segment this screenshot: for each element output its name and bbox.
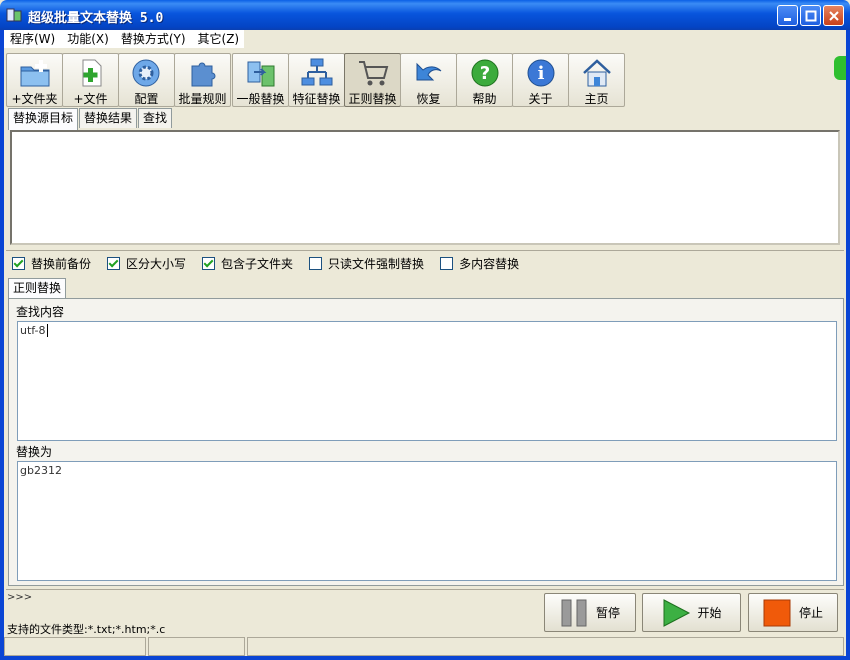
minimize-icon (783, 17, 791, 21)
force-readonly-checkbox[interactable]: 只读文件强制替换 (309, 255, 424, 272)
info-icon: i (525, 58, 557, 88)
tab-replace-result[interactable]: 替换结果 (79, 108, 138, 128)
status-pane-3 (247, 637, 844, 656)
help-icon: ? (469, 58, 501, 88)
play-icon (663, 598, 691, 627)
batch-rules-button[interactable]: 批量规则 (174, 53, 231, 107)
find-label: 查找内容 (16, 305, 65, 319)
add-file-button[interactable]: +文件 (62, 53, 119, 107)
app-icon (6, 7, 22, 23)
regex-tabbar: 正则替换 (8, 278, 67, 300)
menu-function[interactable]: 功能(X) (61, 30, 115, 48)
find-value: utf-8 (20, 324, 46, 337)
config-button[interactable]: 配置 (118, 53, 175, 107)
close-icon (828, 10, 839, 21)
maximize-icon (805, 10, 816, 21)
replace-value: gb2312 (20, 464, 62, 477)
close-button[interactable] (823, 5, 844, 26)
feature-replace-button[interactable]: 特征替换 (288, 53, 345, 107)
source-tabbar: 替换源目标 替换结果 查找 (8, 108, 173, 130)
svg-text:i: i (537, 63, 544, 84)
window-title: 超级批量文本替换 5.0 (28, 11, 164, 26)
help-button[interactable]: ? 帮助 (456, 53, 513, 107)
tab-find[interactable]: 查找 (138, 108, 173, 128)
add-folder-button[interactable]: +文件夹 (6, 53, 63, 107)
menu-bar: 程序(W) 功能(X) 替换方式(Y) 其它(Z) (4, 30, 244, 48)
normal-replace-button[interactable]: 一般替换 (232, 53, 289, 107)
supported-types-text: 支持的文件类型:*.txt;*.htm;*.c (7, 623, 166, 636)
checkbox-box (107, 257, 121, 270)
network-icon (301, 58, 333, 88)
side-badge-icon (834, 56, 846, 80)
source-file-list[interactable] (10, 130, 840, 245)
text-caret (46, 324, 48, 337)
minimize-button[interactable] (777, 5, 798, 26)
include-subfolders-checkbox[interactable]: 包含子文件夹 (202, 255, 293, 272)
home-icon (581, 58, 613, 88)
checkbox-box (309, 257, 323, 270)
find-textarea[interactable]: utf-8 (17, 321, 837, 441)
about-button[interactable]: i 关于 (512, 53, 569, 107)
status-pane-2 (147, 637, 246, 656)
undo-arrow-icon (413, 58, 445, 88)
puzzle-icon (187, 58, 219, 88)
menu-replace-mode[interactable]: 替换方式(Y) (115, 30, 192, 48)
pause-icon (561, 599, 587, 626)
gear-icon (131, 58, 163, 88)
tab-regex-replace[interactable]: 正则替换 (8, 278, 67, 300)
status-pane-1 (4, 637, 146, 656)
file-add-icon (75, 58, 107, 88)
window-frame-right (846, 30, 850, 660)
pause-button[interactable]: 暂停 (544, 593, 636, 632)
toolbar: +文件夹 +文件 配置 批量规则 一般替换 特征替换 正则替换 恢复 ? 帮助 … (4, 50, 846, 107)
home-button[interactable]: 主页 (568, 53, 625, 107)
tab-source-target[interactable]: 替换源目标 (8, 108, 79, 130)
menu-other[interactable]: 其它(Z) (192, 30, 246, 48)
window-frame-left (0, 30, 4, 660)
replace-label: 替换为 (16, 445, 53, 459)
case-sensitive-checkbox[interactable]: 区分大小写 (107, 255, 186, 272)
svg-text:?: ? (479, 63, 489, 84)
folder-add-icon (19, 58, 51, 88)
stop-icon (763, 599, 791, 626)
checkbox-box (440, 257, 454, 270)
window-frame-bottom (0, 656, 850, 660)
multi-content-checkbox[interactable]: 多内容替换 (440, 255, 519, 272)
stop-button[interactable]: 停止 (748, 593, 838, 632)
status-bar (4, 637, 846, 656)
replace-textarea[interactable]: gb2312 (17, 461, 837, 581)
maximize-button[interactable] (800, 5, 821, 26)
start-button[interactable]: 开始 (642, 593, 741, 632)
backup-before-replace-checkbox[interactable]: 替换前备份 (12, 255, 91, 272)
cart-icon (357, 58, 389, 88)
menu-program[interactable]: 程序(W) (4, 30, 61, 48)
checkbox-box (202, 257, 216, 270)
checkbox-box (12, 257, 25, 270)
log-prompt: >>> (7, 592, 33, 603)
regex-replace-button[interactable]: 正则替换 (344, 53, 401, 107)
swap-icon (245, 58, 277, 88)
restore-button[interactable]: 恢复 (400, 53, 457, 107)
options-row: 替换前备份 区分大小写 包含子文件夹 只读文件强制替换 多内容替换 (6, 250, 844, 276)
